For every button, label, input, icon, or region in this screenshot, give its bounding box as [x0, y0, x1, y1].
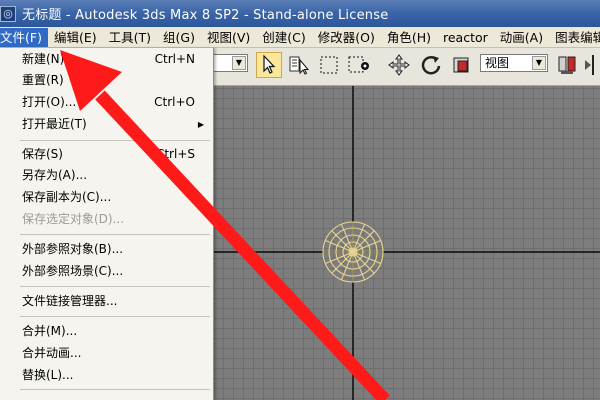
menu-separator: [20, 234, 210, 235]
menu-item-label: 新建(N)...: [22, 52, 76, 66]
menu-item-save-copy-as[interactable]: 保存副本为(C)...: [0, 187, 214, 208]
menu-item-save-as[interactable]: 另存为(A)...: [0, 165, 214, 186]
menu-item-shortcut: Ctrl+O: [154, 95, 195, 109]
select-arrow-icon[interactable]: [256, 52, 282, 78]
menu-item-label: 保存副本为(C)...: [22, 190, 112, 204]
menu-item-save-selected: 保存选定对象(D)...: [0, 209, 214, 230]
select-by-name-icon[interactable]: [286, 52, 312, 78]
menu-item-merge[interactable]: 合并(M)...: [0, 321, 214, 342]
menu-create[interactable]: 创建(C): [256, 28, 311, 47]
menu-item-file-link-manager[interactable]: 文件链接管理器...: [0, 291, 214, 312]
wireframe-sphere[interactable]: [321, 220, 385, 284]
menu-item-save[interactable]: 保存(S) Ctrl+S: [0, 144, 214, 165]
menu-item-label: 打开最近(T): [22, 117, 87, 131]
selection-filter-dropdown[interactable]: ▼: [210, 54, 248, 72]
use-pivot-icon[interactable]: [554, 52, 580, 78]
menu-item-label: 文件链接管理器...: [22, 294, 118, 308]
menu-group[interactable]: 组(G): [157, 28, 201, 47]
reference-coord-value: 视图: [485, 56, 510, 70]
menu-item-label: 外部参照对象(B)...: [22, 242, 124, 256]
menu-separator: [20, 389, 210, 390]
menu-item-label: 合并(M)...: [22, 324, 78, 338]
app-icon[interactable]: ◎: [0, 5, 16, 22]
window-title: 无标题 - Autodesk 3ds Max 8 SP2 - Stand-alo…: [22, 8, 389, 23]
menu-tools[interactable]: 工具(T): [103, 28, 157, 47]
move-icon[interactable]: [386, 52, 412, 78]
menu-character[interactable]: 角色(H): [381, 28, 437, 47]
menu-item-label: 合并动画...: [22, 346, 82, 360]
menu-item-new[interactable]: 新建(N)... Ctrl+N: [0, 49, 214, 70]
menu-view[interactable]: 视图(V): [201, 28, 256, 47]
rotate-icon[interactable]: [418, 52, 444, 78]
menu-item-xref-scenes[interactable]: 外部参照场景(C)...: [0, 261, 214, 282]
menu-bar: 文件(F) 编辑(E) 工具(T) 组(G) 视图(V) 创建(C) 修改器(O…: [0, 27, 600, 48]
mirror-icon[interactable]: [580, 52, 600, 78]
scale-icon[interactable]: [448, 52, 474, 78]
grid-axis-x: [214, 251, 600, 253]
menu-item-label: 外部参照场景(C)...: [22, 264, 124, 278]
title-bar: ◎ 无标题 - Autodesk 3ds Max 8 SP2 - Stand-a…: [0, 0, 600, 27]
chevron-down-icon[interactable]: ▼: [532, 56, 546, 70]
chevron-down-icon[interactable]: ▼: [232, 56, 246, 70]
menu-item-label: 打开(O)...: [22, 95, 77, 109]
main-toolbar: ▼ 视图 ▼: [210, 48, 600, 86]
menu-item-replace[interactable]: 替换(L)...: [0, 365, 214, 386]
menu-item-reset[interactable]: 重置(R): [0, 70, 214, 91]
menu-edit[interactable]: 编辑(E): [48, 28, 103, 47]
menu-item-open[interactable]: 打开(O)... Ctrl+O: [0, 92, 214, 113]
menu-item-label: 另存为(A)...: [22, 168, 88, 182]
rect-select-icon[interactable]: [316, 52, 342, 78]
menu-item-xref-objects[interactable]: 外部参照对象(B)...: [0, 239, 214, 260]
menu-reactor[interactable]: reactor: [437, 28, 494, 47]
window-crossing-icon[interactable]: [346, 52, 372, 78]
menu-item-label: 重置(R): [22, 73, 64, 87]
menu-item-label: 保存(S): [22, 147, 63, 161]
reference-coord-dropdown[interactable]: 视图 ▼: [480, 54, 548, 72]
file-menu-dropdown: 新建(N)... Ctrl+N 重置(R) 打开(O)... Ctrl+O 打开…: [0, 48, 214, 400]
menu-item-label: 保存选定对象(D)...: [22, 212, 125, 226]
menu-item-shortcut: Ctrl+S: [155, 147, 195, 161]
menu-item-shortcut: Ctrl+N: [154, 52, 195, 66]
menu-item-open-recent[interactable]: 打开最近(T) ▶: [0, 114, 214, 135]
submenu-arrow-icon: ▶: [197, 120, 204, 129]
menu-graph-editors[interactable]: 图表编辑器(: [549, 28, 600, 47]
menu-file[interactable]: 文件(F): [0, 27, 48, 47]
menu-item-label: 替换(L)...: [22, 368, 74, 382]
menu-separator: [20, 286, 210, 287]
top-viewport[interactable]: [214, 86, 600, 400]
menu-separator: [20, 140, 210, 141]
menu-separator: [20, 316, 210, 317]
menu-animation[interactable]: 动画(A): [494, 28, 549, 47]
menu-modifiers[interactable]: 修改器(O): [312, 28, 381, 47]
menu-item-merge-animation[interactable]: 合并动画...: [0, 343, 214, 364]
